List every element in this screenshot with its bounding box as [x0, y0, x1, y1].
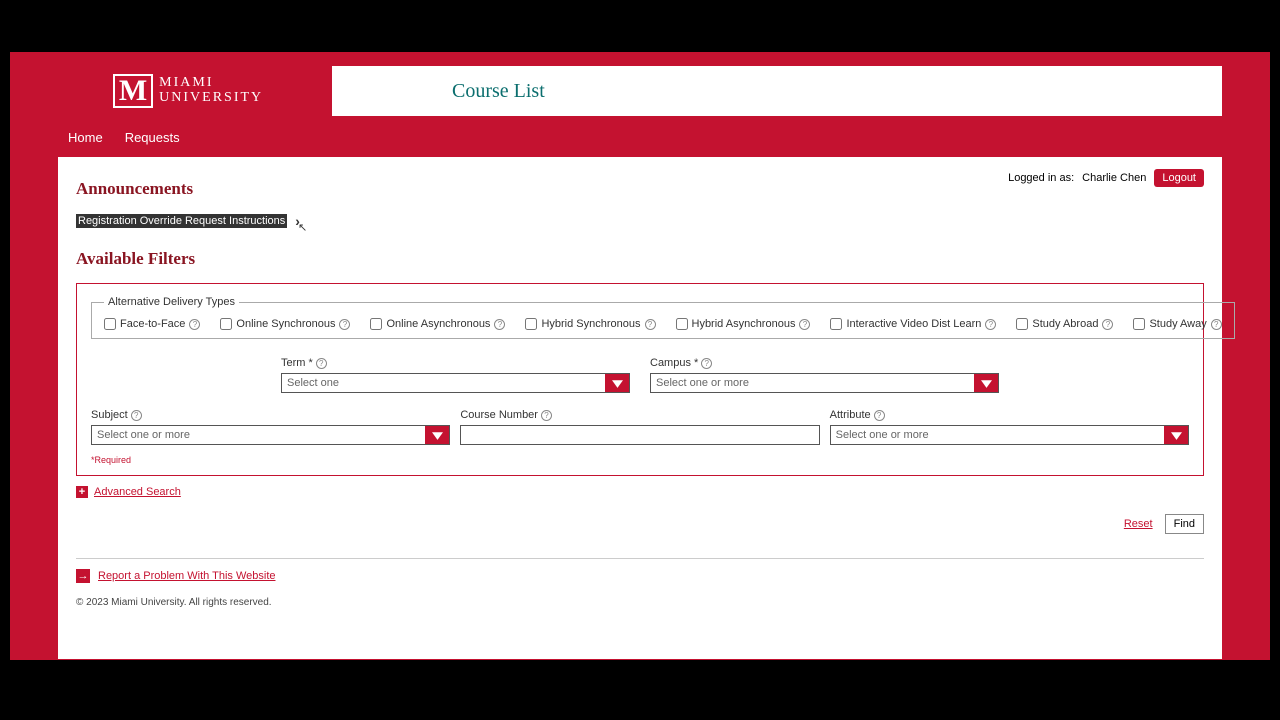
delivery-types-fieldset: Alternative Delivery Types Face-to-Face?… — [91, 296, 1235, 339]
delivery-type-checkbox[interactable] — [525, 318, 537, 330]
delivery-type-checkbox[interactable] — [370, 318, 382, 330]
logged-in-prefix: Logged in as: — [1008, 172, 1074, 184]
chevron-down-icon[interactable] — [425, 426, 449, 444]
nav-home[interactable]: Home — [68, 130, 103, 145]
delivery-type-option[interactable]: Hybrid Asynchronous? — [676, 318, 811, 330]
attribute-select-value[interactable] — [831, 426, 1164, 444]
subject-select[interactable] — [91, 425, 450, 445]
chevron-down-icon[interactable] — [1164, 426, 1188, 444]
delivery-type-option[interactable]: Interactive Video Dist Learn? — [830, 318, 996, 330]
reset-link[interactable]: Reset — [1124, 518, 1153, 530]
help-icon[interactable]: ? — [339, 319, 350, 330]
delivery-type-label: Face-to-Face — [120, 318, 185, 330]
subject-label: Subject — [91, 409, 128, 421]
delivery-type-label: Study Abroad — [1032, 318, 1098, 330]
arrow-right-icon: → — [76, 569, 90, 583]
help-icon[interactable]: ? — [874, 410, 885, 421]
chevron-down-icon[interactable] — [605, 374, 629, 392]
help-icon[interactable]: ? — [701, 358, 712, 369]
report-problem-link[interactable]: Report a Problem With This Website — [98, 570, 276, 582]
plus-icon[interactable]: + — [76, 486, 88, 498]
delivery-type-checkbox[interactable] — [1133, 318, 1145, 330]
delivery-type-option[interactable]: Online Synchronous? — [220, 318, 350, 330]
copyright: © 2023 Miami University. All rights rese… — [76, 597, 1204, 608]
delivery-type-option[interactable]: Hybrid Synchronous? — [525, 318, 655, 330]
filter-panel: Alternative Delivery Types Face-to-Face?… — [76, 283, 1204, 476]
delivery-type-label: Online Asynchronous — [386, 318, 490, 330]
help-icon[interactable]: ? — [799, 319, 810, 330]
logo-line2: UNIVERSITY — [159, 91, 263, 106]
announcement-link-text: Registration Override Request Instructio… — [76, 214, 287, 228]
cursor-icon: ↖ — [298, 221, 307, 234]
help-icon[interactable]: ? — [316, 358, 327, 369]
advanced-search-link[interactable]: Advanced Search — [94, 486, 181, 498]
help-icon[interactable]: ? — [131, 410, 142, 421]
course-number-input[interactable] — [460, 425, 819, 445]
subject-select-value[interactable] — [92, 426, 425, 444]
main-nav: Home Requests — [10, 116, 1270, 157]
attribute-label: Attribute — [830, 409, 871, 421]
delivery-type-option[interactable]: Online Asynchronous? — [370, 318, 505, 330]
delivery-type-label: Study Away — [1149, 318, 1206, 330]
help-icon[interactable]: ? — [1102, 319, 1113, 330]
chevron-down-icon[interactable] — [974, 374, 998, 392]
delivery-type-option[interactable]: Face-to-Face? — [104, 318, 200, 330]
course-number-label: Course Number — [460, 409, 538, 421]
delivery-type-checkbox[interactable] — [220, 318, 232, 330]
logo[interactable]: M MIAMI UNIVERSITY — [58, 66, 318, 116]
available-filters-heading: Available Filters — [76, 249, 1204, 269]
logo-mark: M — [113, 74, 153, 108]
help-icon[interactable]: ? — [985, 319, 996, 330]
delivery-types-legend: Alternative Delivery Types — [104, 296, 239, 308]
logged-in-name: Charlie Chen — [1082, 172, 1146, 184]
delivery-type-checkbox[interactable] — [676, 318, 688, 330]
campus-select[interactable] — [650, 373, 999, 393]
delivery-type-label: Hybrid Synchronous — [541, 318, 640, 330]
term-select[interactable] — [281, 373, 630, 393]
delivery-type-option[interactable]: Study Away? — [1133, 318, 1221, 330]
delivery-type-option[interactable]: Study Abroad? — [1016, 318, 1113, 330]
delivery-type-checkbox[interactable] — [104, 318, 116, 330]
delivery-type-label: Hybrid Asynchronous — [692, 318, 796, 330]
term-select-value[interactable] — [282, 374, 605, 392]
term-label: Term — [281, 357, 305, 369]
attribute-select[interactable] — [830, 425, 1189, 445]
help-icon[interactable]: ? — [541, 410, 552, 421]
delivery-type-checkbox[interactable] — [830, 318, 842, 330]
help-icon[interactable]: ? — [494, 319, 505, 330]
campus-select-value[interactable] — [651, 374, 974, 392]
delivery-type-label: Interactive Video Dist Learn — [846, 318, 981, 330]
help-icon[interactable]: ? — [189, 319, 200, 330]
required-note: *Required — [91, 455, 1189, 465]
logo-line1: MIAMI — [159, 76, 263, 91]
help-icon[interactable]: ? — [1211, 319, 1222, 330]
find-button[interactable]: Find — [1165, 514, 1204, 534]
delivery-type-label: Online Synchronous — [236, 318, 335, 330]
divider — [76, 558, 1204, 559]
help-icon[interactable]: ? — [645, 319, 656, 330]
nav-requests[interactable]: Requests — [125, 130, 180, 145]
campus-label: Campus — [650, 357, 691, 369]
page-title: Course List — [452, 80, 545, 103]
logout-button[interactable]: Logout — [1154, 169, 1204, 187]
announcement-expand[interactable]: Registration Override Request Instructio… — [76, 213, 317, 229]
delivery-type-checkbox[interactable] — [1016, 318, 1028, 330]
